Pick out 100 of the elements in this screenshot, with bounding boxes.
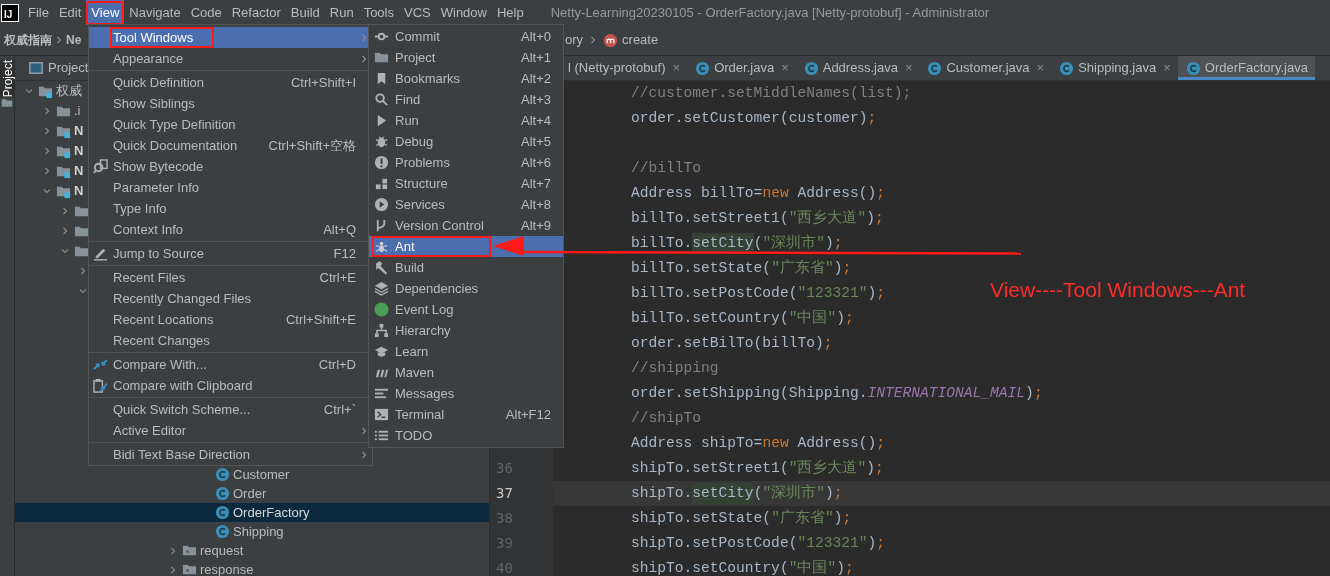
breadcrumb[interactable]: ory (565, 30, 584, 50)
menu-item[interactable]: VCS (399, 0, 436, 25)
tree-item[interactable]: N (74, 121, 84, 141)
menu-item[interactable]: Jump to Source F12 (89, 243, 372, 264)
menu-item[interactable]: Build (285, 0, 325, 25)
menu-item[interactable]: Learn (369, 341, 563, 362)
class-icon (803, 60, 819, 76)
menu-item[interactable]: Compare With... Ctrl+D (89, 354, 372, 375)
class-icon (1185, 60, 1201, 76)
hierarchy-icon (374, 323, 389, 338)
tree-item[interactable]: Customer (233, 464, 290, 485)
close-button[interactable]: × (904, 58, 913, 78)
breadcrumb[interactable]: create (622, 30, 659, 50)
class-icon (215, 467, 230, 482)
menu-item[interactable]: Run Alt+4 (369, 110, 563, 131)
menu-item[interactable]: Quick Switch Scheme... Ctrl+` (89, 399, 372, 420)
close-button[interactable]: × (1036, 58, 1045, 78)
close-button[interactable]: × (672, 58, 681, 78)
tree-item[interactable]: request (200, 540, 244, 561)
editor-tab[interactable]: Shipping.java × (1051, 56, 1178, 80)
lines-icon (374, 386, 389, 401)
menu-item[interactable]: Event Log (369, 299, 563, 320)
menu-item[interactable]: Find Alt+3 (369, 89, 563, 110)
tree-item[interactable]: 权威 (56, 81, 82, 101)
tree-item[interactable]: .i (74, 101, 81, 121)
menu-item[interactable]: Commit Alt+0 (369, 26, 563, 47)
menu-item[interactable]: Quick Definition Ctrl+Shift+I (89, 72, 372, 93)
tree-item[interactable]: OrderFactory (233, 502, 310, 523)
menu-item[interactable]: Code (185, 0, 227, 25)
code-line: //billTo (631, 158, 702, 178)
tree-item[interactable]: Order (233, 483, 267, 504)
code-line: order.setShipping(Shipping.INTERNATIONAL_MAIL); (631, 383, 1043, 403)
menu-item[interactable]: View (86, 0, 125, 25)
menu-item[interactable]: Appearance (89, 48, 372, 69)
bug-icon (374, 239, 389, 254)
code-line: order.setBilTo(billTo); (631, 333, 833, 353)
tree-item[interactable]: N (74, 181, 84, 201)
tree-item[interactable]: Shipping (233, 521, 284, 542)
menu-item[interactable]: Type Info (89, 198, 372, 219)
menu-item[interactable]: Bookmarks Alt+2 (369, 68, 563, 89)
menu-item[interactable]: Refactor (226, 0, 286, 25)
menu-item[interactable]: Ant (369, 236, 563, 257)
code-line: shipTo.setCity("深圳市"); (631, 481, 843, 506)
menu-item[interactable]: Bidi Text Base Direction (89, 444, 372, 465)
menu-item[interactable]: Show Bytecode (89, 156, 372, 177)
window-icon (29, 61, 43, 75)
editor-tab[interactable]: Customer.java × (919, 56, 1052, 80)
breadcrumb[interactable]: Ne (66, 31, 82, 49)
method-icon (603, 32, 619, 48)
menu-item[interactable]: Show Siblings (89, 93, 372, 114)
tree-item[interactable]: response (200, 559, 254, 576)
menu-item[interactable]: Navigate (124, 0, 186, 25)
editor-tab[interactable]: OrderFactory.java (1177, 56, 1315, 80)
code-line: billTo.setPostCode("123321"); (631, 283, 885, 303)
selected-row[interactable]: OrderFactory (15, 503, 489, 522)
menu-item[interactable]: Dependencies (369, 278, 563, 299)
menu-item[interactable]: Parameter Info (89, 177, 372, 198)
menu-item[interactable]: Quick Type Definition (89, 114, 372, 135)
close-button[interactable]: × (1163, 58, 1171, 78)
menu-item[interactable]: Maven (369, 362, 563, 383)
menu-item[interactable]: Messages (369, 383, 563, 404)
tree-item[interactable]: N (74, 141, 84, 161)
menu-item[interactable]: Debug Alt+5 (369, 131, 563, 152)
menu-item[interactable]: Project Alt+1 (369, 47, 563, 68)
list-icon (374, 428, 389, 443)
menu-item[interactable]: Help (491, 0, 529, 25)
menu-item[interactable]: TODO (369, 425, 563, 446)
menu-item[interactable]: Problems Alt+6 (369, 152, 563, 173)
code-line: //customer.setMiddleNames(list); (631, 83, 912, 103)
menu-item[interactable]: Compare with Clipboard (89, 375, 372, 396)
code-line: order.setCustomer(customer); (631, 108, 877, 128)
menu-item[interactable]: Terminal Alt+F12 (369, 404, 563, 425)
layers-icon (374, 281, 389, 296)
menu-item[interactable]: Run (324, 0, 359, 25)
menu-item[interactable]: Recent Changes (89, 330, 372, 351)
close-button[interactable]: × (781, 58, 789, 78)
menu-item[interactable]: Recent Files Ctrl+E (89, 267, 372, 288)
menu-item[interactable]: Tools (358, 0, 399, 25)
menu-item[interactable]: File (23, 0, 54, 25)
menu-item[interactable]: Recent Locations Ctrl+Shift+E (89, 309, 372, 330)
class-icon (215, 486, 230, 501)
editor-tab[interactable]: l (Netty-protobuf) × (560, 56, 688, 80)
menu-item[interactable]: Edit (53, 0, 87, 25)
menu-item[interactable]: Active Editor (89, 420, 372, 441)
structure-icon (374, 176, 389, 191)
menu-item[interactable]: Quick Documentation Ctrl+Shift+空格 (89, 135, 372, 156)
menu-item[interactable]: Context Info Alt+Q (89, 219, 372, 240)
menu-item[interactable]: Build (369, 257, 563, 278)
menu-item[interactable]: Window (435, 0, 492, 25)
tool-window-tab[interactable]: Project (0, 60, 15, 98)
menu-item[interactable]: Structure Alt+7 (369, 173, 563, 194)
code-line: shipTo.setPostCode("123321"); (631, 533, 885, 553)
menu-item[interactable]: Recently Changed Files (89, 288, 372, 309)
breadcrumb[interactable]: 权威指南 (4, 31, 52, 49)
editor-tab[interactable]: Address.java × (795, 56, 920, 80)
tree-item[interactable]: N (74, 161, 84, 181)
menu-item[interactable]: Services Alt+8 (369, 194, 563, 215)
editor-tab[interactable]: Order.java × (687, 56, 796, 80)
menu-item[interactable]: Hierarchy (369, 320, 563, 341)
menu-item[interactable]: Version Control Alt+9 (369, 215, 563, 236)
